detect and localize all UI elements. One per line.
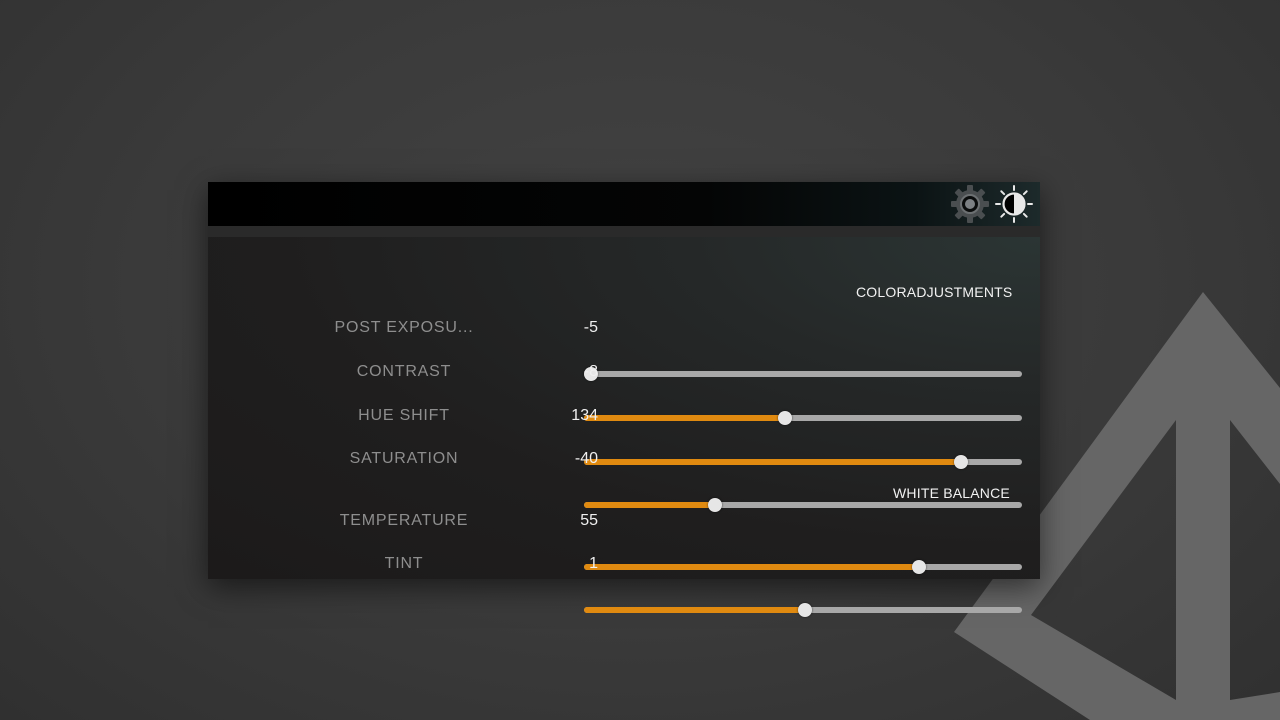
row-value-tint: 1 bbox=[589, 555, 598, 572]
row-value-saturation: -40 bbox=[574, 450, 598, 467]
slider-thumb[interactable] bbox=[954, 455, 968, 469]
tint-slider[interactable] bbox=[584, 602, 1022, 618]
temperature-slider[interactable] bbox=[584, 559, 1022, 575]
panel-titlebar bbox=[208, 182, 1040, 226]
slider-fill bbox=[584, 502, 715, 508]
gear-icon[interactable] bbox=[951, 185, 989, 223]
brightness-contrast-icon[interactable] bbox=[995, 185, 1033, 223]
row-label-hue-shift: HUE SHIFT bbox=[358, 407, 450, 424]
slider-fill bbox=[584, 564, 919, 570]
section-title-color-adjustments: COLORADJUSTMENTS bbox=[856, 284, 1013, 300]
row-label-tint: TINT bbox=[384, 555, 424, 572]
slider-thumb[interactable] bbox=[708, 498, 722, 512]
row-value-temperature: 55 bbox=[580, 512, 598, 529]
slider-track bbox=[584, 371, 1022, 377]
slider-fill bbox=[584, 415, 785, 421]
slider-thumb[interactable] bbox=[912, 560, 926, 574]
row-label-post-exposure: POST EXPOSU... bbox=[334, 319, 474, 336]
hue-shift-slider[interactable] bbox=[584, 454, 1022, 470]
contrast-slider[interactable] bbox=[584, 410, 1022, 426]
row-label-saturation: SATURATION bbox=[349, 450, 459, 467]
slider-fill bbox=[584, 459, 961, 465]
color-adjustments-panel: COLORADJUSTMENTS POST EXPOSU... -5 CONTR… bbox=[208, 182, 1040, 617]
slider-thumb[interactable] bbox=[778, 411, 792, 425]
row-value-hue-shift: 134 bbox=[571, 407, 598, 424]
row-label-contrast: CONTRAST bbox=[356, 363, 452, 380]
post-exposure-slider[interactable] bbox=[584, 366, 1022, 382]
slider-fill bbox=[584, 607, 805, 613]
row-value-post-exposure: -5 bbox=[583, 319, 598, 336]
section-title-white-balance: WHITE BALANCE bbox=[893, 485, 1010, 501]
slider-thumb[interactable] bbox=[798, 603, 812, 617]
titlebar-divider bbox=[208, 226, 1040, 237]
row-value-contrast: -8 bbox=[583, 363, 598, 380]
row-label-temperature: TEMPERATURE bbox=[339, 512, 469, 529]
panel-content: COLORADJUSTMENTS POST EXPOSU... -5 CONTR… bbox=[208, 237, 1040, 617]
